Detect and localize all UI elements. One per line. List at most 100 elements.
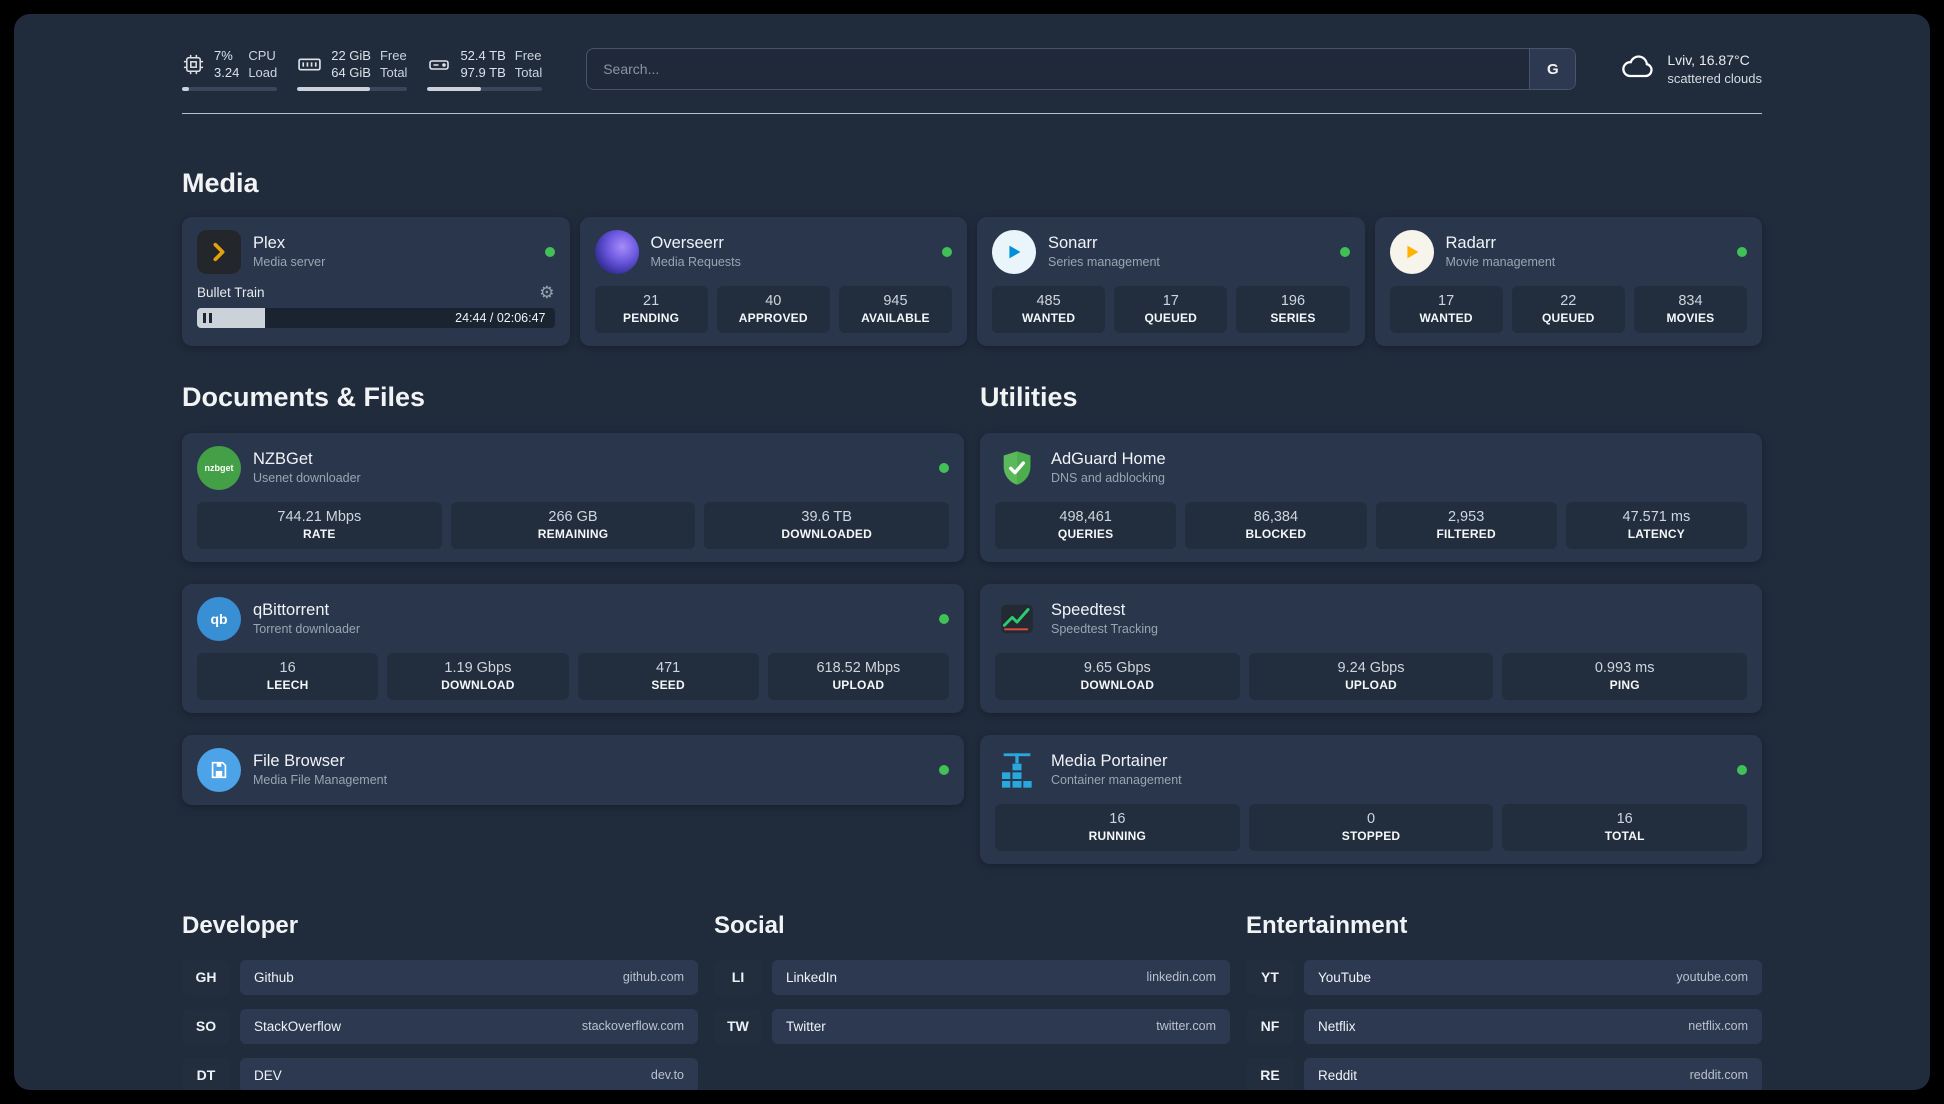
- widget-settings-gear-icon[interactable]: ⚙: [539, 284, 554, 301]
- app-name: File Browser: [253, 752, 345, 771]
- stat-value: 618.52 Mbps: [816, 659, 901, 676]
- app-name: Media Portainer: [1051, 752, 1168, 771]
- ram-monitor: 22 GiB 64 GiB Free Total: [297, 48, 408, 91]
- stat-label: STOPPED: [1341, 828, 1401, 843]
- stat-value: 22: [1560, 292, 1577, 309]
- stat-pending: 21 PENDING: [594, 285, 708, 333]
- bookmark-dev-to[interactable]: DT DEV dev.to: [182, 1057, 698, 1090]
- stat-total: 16 TOTAL: [1502, 803, 1748, 851]
- disk-monitor: 52.4 TB 97.9 TB Free Total: [427, 48, 543, 91]
- app-subtitle: Container management: [1051, 773, 1182, 788]
- stat-value: 485: [1036, 292, 1061, 309]
- stat-filtered: 2,953 FILTERED: [1375, 501, 1557, 549]
- stat-stopped: 0 STOPPED: [1248, 803, 1494, 851]
- topbar-divider: [182, 112, 1762, 114]
- app-card-radarr[interactable]: Radarr Movie management 17 WANTED 22 QUE…: [1374, 216, 1762, 346]
- stat-label: WANTED: [1419, 310, 1473, 325]
- section-title-documents: Documents & Files: [182, 381, 426, 412]
- stat-queued: 22 QUEUED: [1511, 285, 1625, 333]
- bookmark-netflix[interactable]: NF Netflix netflix.com: [1246, 1008, 1762, 1044]
- stat-series: 196 SERIES: [1236, 285, 1350, 333]
- app-subtitle: Media server: [253, 255, 326, 270]
- app-name: Sonarr: [1048, 234, 1098, 253]
- playback-progress-bar[interactable]: 24:44 / 02:06:47: [197, 307, 555, 328]
- stat-value: 17: [1438, 292, 1455, 309]
- documents-files-column: Documents & Files nzbget NZBGet Usenet d…: [182, 382, 964, 864]
- app-card-portainer[interactable]: Media Portainer Container management 16 …: [980, 734, 1762, 864]
- now-playing-title: Bullet Train: [197, 284, 265, 300]
- app-name: Speedtest: [1051, 601, 1126, 620]
- topbar: 7% 3.24 CPU Load 22 GiB 64 GiB Free Tota…: [14, 14, 1930, 91]
- stat-label: AVAILABLE: [861, 310, 930, 325]
- stat-label: APPROVED: [738, 310, 808, 325]
- stat-wanted: 485 WANTED: [992, 285, 1106, 333]
- bookmark-linkedin[interactable]: LI LinkedIn linkedin.com: [714, 959, 1230, 995]
- stat-value: 1.19 Gbps: [444, 659, 512, 676]
- bookmark-url: github.com: [622, 970, 684, 985]
- app-card-nzbget[interactable]: nzbget NZBGet Usenet downloader 744.21 M…: [182, 432, 964, 562]
- bookmark-github[interactable]: GH Github github.com: [182, 959, 698, 995]
- bookmark-name: Netflix: [1318, 1018, 1356, 1034]
- app-subtitle: Media File Management: [253, 773, 388, 788]
- disk-free-value: 52.4 TB: [460, 48, 506, 63]
- bookmark-url: linkedin.com: [1146, 970, 1216, 985]
- app-card-sonarr[interactable]: Sonarr Series management 485 WANTED 17 Q…: [977, 216, 1365, 346]
- bookmark-abbr: LI: [714, 959, 762, 995]
- bookmark-url: dev.to: [650, 1068, 684, 1083]
- stat-value: 21: [643, 292, 660, 309]
- stat-label: BLOCKED: [1245, 526, 1307, 541]
- stat-value: 266 GB: [548, 508, 598, 525]
- bookmark-youtube[interactable]: YT YouTube youtube.com: [1246, 959, 1762, 995]
- nzbget-stats: 744.21 Mbps RATE 266 GB REMAINING 39.6 T…: [197, 501, 950, 549]
- app-subtitle: Torrent downloader: [253, 622, 361, 637]
- bookmark-name: DEV: [254, 1067, 282, 1083]
- stat-label: UPLOAD: [1345, 677, 1397, 692]
- app-subtitle: Usenet downloader: [253, 471, 361, 486]
- weather-widget[interactable]: Lviv, 16.87°C scattered clouds: [1620, 49, 1762, 90]
- ram-free-label: Free: [379, 48, 407, 63]
- bookmark-reddit[interactable]: RE Reddit reddit.com: [1246, 1057, 1762, 1090]
- stat-label: TOTAL: [1604, 828, 1645, 843]
- status-dot: [939, 764, 949, 775]
- stat-label: WANTED: [1021, 310, 1076, 325]
- stat-remaining: 266 GB REMAINING: [450, 501, 696, 549]
- search-input[interactable]: [586, 48, 1577, 91]
- app-name: Plex: [253, 234, 286, 253]
- stat-value: 17: [1162, 292, 1179, 309]
- bookmark-twitter[interactable]: TW Twitter twitter.com: [714, 1008, 1230, 1044]
- bookmark-name: Github: [254, 969, 294, 985]
- bookmark-group-developer: Developer GH Github github.com SO StackO…: [182, 912, 698, 1090]
- stat-value: 39.6 TB: [801, 508, 852, 525]
- stat-seed: 471 SEED: [577, 652, 759, 700]
- cpu-values: 7% 3.24: [214, 48, 239, 82]
- app-card-adguard[interactable]: AdGuard Home DNS and adblocking 498,461 …: [980, 432, 1762, 562]
- playback-time: 24:44 / 02:06:47: [455, 310, 546, 325]
- stat-value: 834: [1678, 292, 1703, 309]
- stat-label: DOWNLOAD: [1080, 677, 1155, 692]
- app-name: NZBGet: [253, 450, 313, 469]
- pause-icon[interactable]: [203, 312, 212, 323]
- stat-value: 16: [1109, 810, 1126, 827]
- stat-value: 40: [765, 292, 782, 309]
- sonarr-icon: [992, 229, 1036, 274]
- disk-labels: Free Total: [515, 48, 542, 82]
- stat-downloaded: 39.6 TB DOWNLOADED: [704, 501, 950, 549]
- app-card-qbittorrent[interactable]: qb qBittorrent Torrent downloader 16 LEE…: [182, 583, 964, 713]
- search-engine-button[interactable]: G: [1529, 49, 1576, 90]
- dashboard: 7% 3.24 CPU Load 22 GiB 64 GiB Free Tota…: [14, 14, 1930, 1090]
- app-card-overseerr[interactable]: Overseerr Media Requests 21 PENDING 40 A…: [579, 216, 967, 346]
- ram-values: 22 GiB 64 GiB: [331, 48, 371, 82]
- bookmark-name: Twitter: [786, 1018, 826, 1034]
- app-card-plex[interactable]: Plex Media server Bullet Train ⚙ 24:44 /…: [182, 216, 570, 346]
- section-title-developer: Developer: [182, 911, 299, 939]
- app-card-speedtest[interactable]: Speedtest Speedtest Tracking 9.65 Gbps D…: [980, 583, 1762, 713]
- stat-label: QUERIES: [1057, 526, 1114, 541]
- cpu-usage: 7%: [214, 48, 233, 63]
- stat-label: SERIES: [1270, 310, 1316, 325]
- app-card-filebrowser[interactable]: File Browser Media File Management: [182, 734, 964, 805]
- bookmark-stackoverflow[interactable]: SO StackOverflow stackoverflow.com: [182, 1008, 698, 1044]
- overseerr-stats: 21 PENDING 40 APPROVED 945 AVAILABLE: [594, 285, 953, 333]
- stat-label: QUEUED: [1541, 310, 1595, 325]
- adguard-icon: [995, 446, 1039, 490]
- stat-value: 0: [1366, 810, 1376, 827]
